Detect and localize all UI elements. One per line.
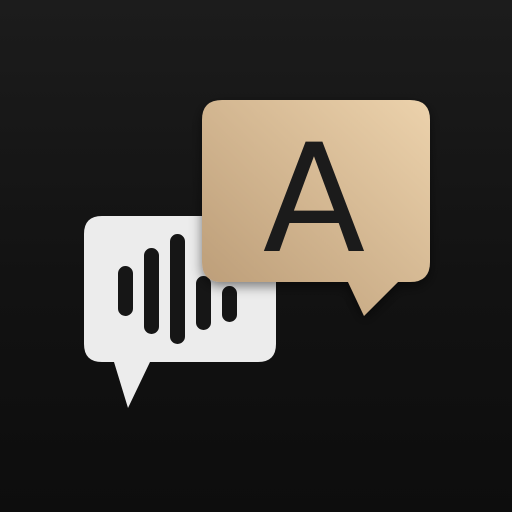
app-icon-artwork: A [84, 100, 430, 408]
waveform-bar [118, 266, 133, 316]
waveform-bar [144, 248, 159, 334]
waveform-bar [196, 276, 211, 330]
app-icon: A [0, 0, 512, 512]
letter-a: A [263, 113, 366, 287]
waveform-bar [222, 286, 237, 322]
waveform-bar [170, 234, 185, 344]
